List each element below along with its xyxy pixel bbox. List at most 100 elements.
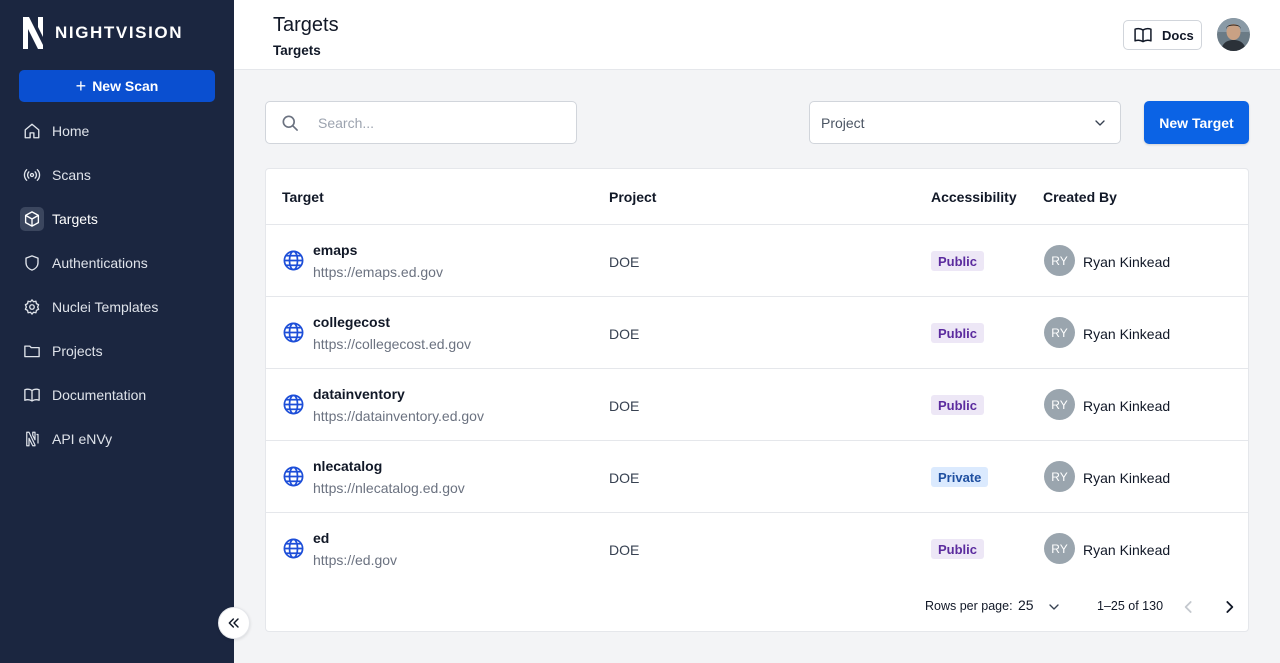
table-body: emaps https://emaps.ed.gov DOE Public RY… xyxy=(266,225,1248,585)
accessibility-badge: Public xyxy=(931,323,985,343)
docs-label: Docs xyxy=(1162,27,1194,43)
sidebar-item-label: Targets xyxy=(52,211,98,227)
target-project: DOE xyxy=(609,398,640,414)
cube-icon xyxy=(20,207,44,231)
docs-button[interactable]: Docs xyxy=(1123,20,1202,50)
sidebar-item-targets[interactable]: Targets xyxy=(0,197,234,241)
user-initials-avatar: RY xyxy=(1044,389,1075,420)
globe-icon xyxy=(283,250,304,271)
new-scan-label: New Scan xyxy=(92,78,159,94)
chevron-left-icon[interactable] xyxy=(1179,597,1199,617)
created-by-name: Ryan Kinkead xyxy=(1083,542,1171,558)
accessibility-badge: Private xyxy=(931,467,989,487)
new-scan-button[interactable]: + New Scan xyxy=(19,70,215,102)
chevron-right-icon[interactable] xyxy=(1219,597,1239,617)
sidebar-item-label: Nuclei Templates xyxy=(52,299,159,315)
globe-icon xyxy=(283,322,304,343)
search-icon xyxy=(282,115,298,131)
collapse-sidebar-button[interactable] xyxy=(218,607,250,639)
target-project: DOE xyxy=(609,326,640,342)
target-url: https://emaps.ed.gov xyxy=(313,264,443,280)
plus-icon: + xyxy=(75,76,87,96)
shield-icon xyxy=(20,251,44,275)
created-by-name: Ryan Kinkead xyxy=(1083,470,1171,486)
accessibility-badge: Public xyxy=(931,539,985,559)
sidebar-item-label: API eNVy xyxy=(52,431,113,447)
sidebar-item-label: Home xyxy=(52,123,90,139)
column-header-accessibility: Accessibility xyxy=(931,189,1017,205)
target-name[interactable]: emaps xyxy=(313,242,357,258)
sidebar-item-authentications[interactable]: Authentications xyxy=(0,241,234,285)
table-row[interactable]: emaps https://emaps.ed.gov DOE Public RY… xyxy=(266,225,1248,297)
pagination-range: 1–25 of 130 xyxy=(1097,599,1164,613)
book-icon xyxy=(20,383,44,407)
chevron-down-icon[interactable] xyxy=(1046,599,1062,615)
accessibility-badge: Public xyxy=(931,395,985,415)
target-url: https://ed.gov xyxy=(313,552,398,568)
table-row[interactable]: collegecost https://collegecost.ed.gov D… xyxy=(266,297,1248,369)
rows-per-page-label: Rows per page: xyxy=(925,599,1013,613)
sidebar-item-scans[interactable]: Scans xyxy=(0,153,234,197)
user-initials-avatar: RY xyxy=(1044,245,1075,276)
chevron-down-icon xyxy=(1095,119,1105,126)
target-name[interactable]: ed xyxy=(313,530,329,546)
target-name[interactable]: nlecatalog xyxy=(313,458,382,474)
brand-name: NIGHTVISION xyxy=(55,23,184,42)
project-select-label: Project xyxy=(821,114,865,131)
book-icon xyxy=(1134,27,1152,43)
table-row[interactable]: datainventory https://datainventory.ed.g… xyxy=(266,369,1248,441)
rows-per-page-select[interactable]: 25 xyxy=(1018,597,1034,613)
user-avatar[interactable] xyxy=(1217,18,1250,51)
api-envy-icon xyxy=(20,427,44,451)
project-select[interactable]: Project xyxy=(809,101,1121,144)
folder-icon xyxy=(20,339,44,363)
sidebar-item-documentation[interactable]: Documentation xyxy=(0,373,234,417)
created-by-name: Ryan Kinkead xyxy=(1083,254,1171,270)
user-initials-avatar: RY xyxy=(1044,461,1075,492)
sidebar-nav: Home Scans Targets Authentications Nucle… xyxy=(0,109,234,461)
double-chevron-left-icon xyxy=(228,618,239,628)
home-icon xyxy=(20,119,44,143)
target-url: https://collegecost.ed.gov xyxy=(313,336,471,352)
search-input[interactable] xyxy=(318,114,558,131)
broadcast-icon xyxy=(20,163,44,187)
table-pagination: Rows per page: 25 1–25 of 130 xyxy=(266,581,1248,631)
sidebar-item-label: Documentation xyxy=(52,387,147,403)
target-project: DOE xyxy=(609,470,640,486)
globe-icon xyxy=(283,538,304,559)
column-header-created-by: Created By xyxy=(1043,189,1117,205)
globe-icon xyxy=(283,466,304,487)
table-row[interactable]: nlecatalog https://nlecatalog.ed.gov DOE… xyxy=(266,441,1248,513)
search-field[interactable] xyxy=(265,101,577,144)
targets-table: Target Project Accessibility Created By … xyxy=(265,168,1249,632)
column-header-project: Project xyxy=(609,189,657,205)
globe-icon xyxy=(283,394,304,415)
user-initials-avatar: RY xyxy=(1044,317,1075,348)
breadcrumb[interactable]: Targets xyxy=(273,43,321,58)
table-header: Target Project Accessibility Created By xyxy=(266,169,1248,225)
sidebar-item-projects[interactable]: Projects xyxy=(0,329,234,373)
logo[interactable]: NIGHTVISION xyxy=(21,15,183,51)
target-project: DOE xyxy=(609,254,640,270)
page-header: Targets Targets Docs xyxy=(234,0,1280,70)
new-target-button[interactable]: New Target xyxy=(1144,101,1249,144)
target-url: https://datainventory.ed.gov xyxy=(313,408,484,424)
target-name[interactable]: collegecost xyxy=(313,314,390,330)
target-name[interactable]: datainventory xyxy=(313,386,405,402)
target-url: https://nlecatalog.ed.gov xyxy=(313,480,465,496)
gear-icon xyxy=(20,295,44,319)
sidebar-item-api-envy[interactable]: API eNVy xyxy=(0,417,234,461)
sidebar-item-nuclei-templates[interactable]: Nuclei Templates xyxy=(0,285,234,329)
created-by-name: Ryan Kinkead xyxy=(1083,398,1171,414)
user-initials-avatar: RY xyxy=(1044,533,1075,564)
column-header-target: Target xyxy=(282,189,324,205)
page-title: Targets xyxy=(273,14,339,36)
sidebar-item-label: Projects xyxy=(52,343,103,359)
created-by-name: Ryan Kinkead xyxy=(1083,326,1171,342)
table-row[interactable]: ed https://ed.gov DOE Public RY Ryan Kin… xyxy=(266,513,1248,585)
sidebar-item-label: Authentications xyxy=(52,255,148,271)
sidebar: NIGHTVISION + New Scan Home Scans Target… xyxy=(0,0,234,663)
nightvision-logo-icon xyxy=(23,17,43,49)
sidebar-item-home[interactable]: Home xyxy=(0,109,234,153)
sidebar-item-label: Scans xyxy=(52,167,91,183)
